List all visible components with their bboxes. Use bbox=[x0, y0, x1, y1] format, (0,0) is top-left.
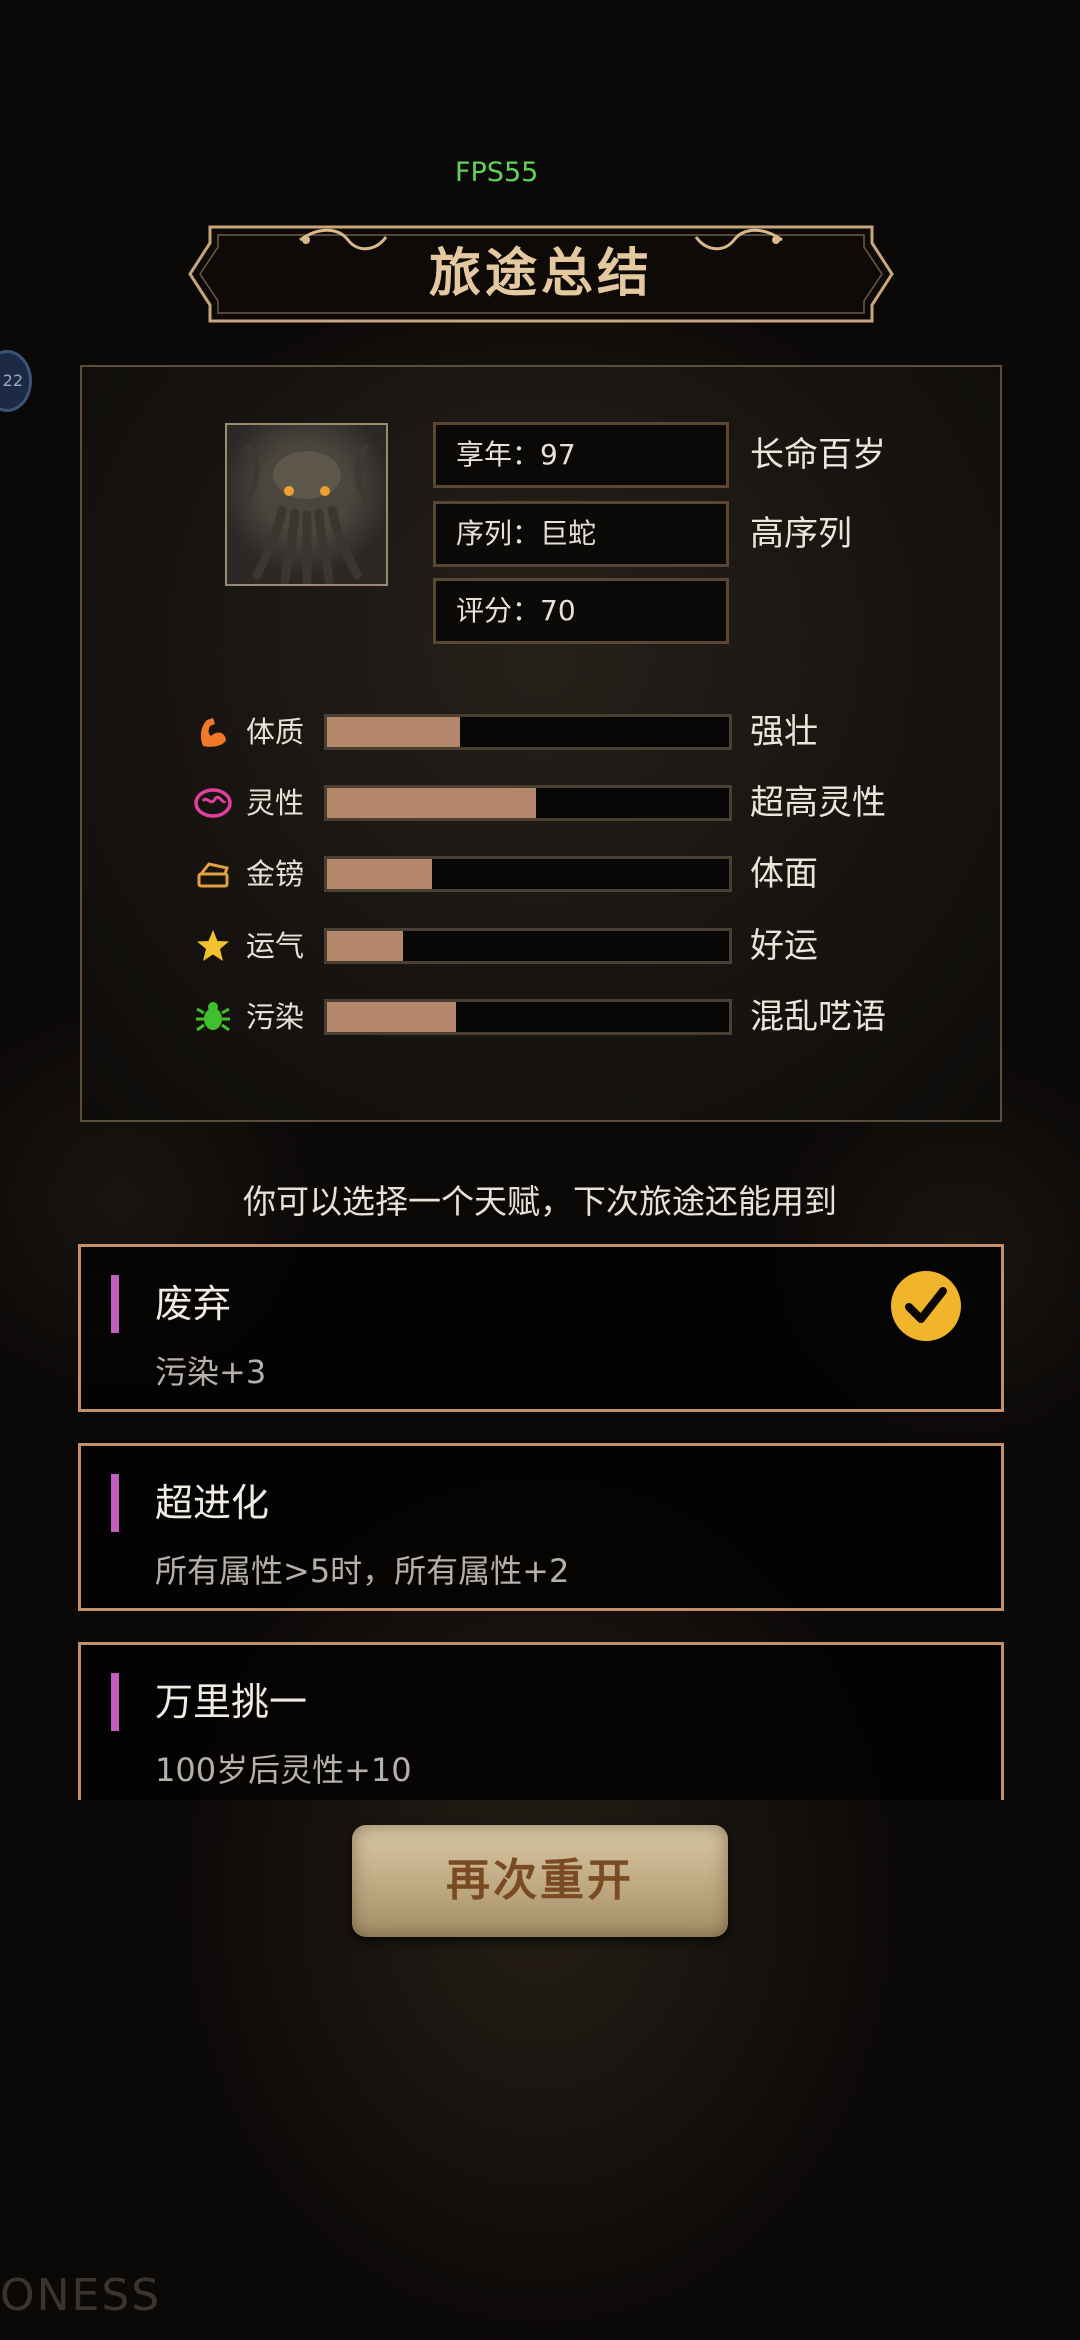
talent-desc: 污染+3 bbox=[155, 1353, 267, 1391]
stat-bar bbox=[324, 714, 732, 750]
talent-prompt: 你可以选择一个天赋，下次旅途还能用到 bbox=[243, 1182, 837, 1221]
stat-bar-fill bbox=[327, 717, 460, 747]
stat-label: 体质 bbox=[246, 715, 305, 749]
sequence-tag: 高序列 bbox=[750, 514, 852, 554]
stat-bar bbox=[324, 928, 732, 964]
talent-card-abandon[interactable]: 废弃 污染+3 bbox=[78, 1244, 1004, 1412]
muscle-icon bbox=[200, 718, 226, 747]
talent-card-super-evolution[interactable]: 超进化 所有属性>5时，所有属性+2 bbox=[78, 1443, 1004, 1611]
stat-bar bbox=[324, 856, 732, 892]
star-icon bbox=[197, 930, 229, 961]
stat-bar-fill bbox=[327, 1002, 456, 1032]
stat-tag: 体面 bbox=[750, 854, 818, 894]
talent-desc: 100岁后灵性+10 bbox=[155, 1751, 412, 1789]
fps-counter: FPS55 bbox=[455, 157, 539, 188]
background-watermark: ONESS bbox=[0, 2270, 162, 2321]
title-banner: 旅途总结 bbox=[188, 225, 894, 323]
talent-accent bbox=[111, 1474, 119, 1532]
talent-name: 超进化 bbox=[155, 1481, 270, 1525]
stat-label: 灵性 bbox=[246, 786, 305, 820]
talent-accent bbox=[111, 1673, 119, 1731]
stat-label: 金镑 bbox=[246, 857, 305, 891]
talent-list[interactable]: 废弃 污染+3 超进化 所有属性>5时，所有属性+2 万里挑一 100岁后灵性+… bbox=[0, 1244, 1080, 1800]
stat-bar-fill bbox=[327, 931, 404, 961]
stat-tag: 强壮 bbox=[750, 712, 818, 752]
stat-tag: 混乱呓语 bbox=[750, 997, 886, 1037]
restart-button[interactable]: 再次重开 bbox=[352, 1825, 728, 1937]
stat-tag: 好运 bbox=[750, 926, 818, 966]
age-tag: 长命百岁 bbox=[750, 435, 886, 475]
stat-tag: 超高灵性 bbox=[750, 783, 886, 823]
talent-name: 万里挑一 bbox=[155, 1680, 308, 1724]
brain-icon bbox=[194, 788, 232, 818]
stat-bar bbox=[324, 785, 732, 821]
talent-card-one-in-ten-thousand[interactable]: 万里挑一 100岁后灵性+10 bbox=[78, 1642, 1004, 1800]
age-box: 享年：97 bbox=[433, 422, 729, 488]
page-title: 旅途总结 bbox=[428, 243, 653, 304]
talent-name: 废弃 bbox=[155, 1282, 232, 1326]
stat-label: 污染 bbox=[246, 1000, 305, 1034]
stat-bar-fill bbox=[327, 788, 537, 818]
bug-icon bbox=[196, 1002, 230, 1032]
talent-accent bbox=[111, 1275, 119, 1333]
score-box: 评分：70 bbox=[433, 578, 729, 644]
sequence-box: 序列：巨蛇 bbox=[433, 501, 729, 567]
cthulhu-portrait-icon bbox=[225, 423, 388, 586]
side-float-button[interactable]: 22 bbox=[0, 350, 32, 412]
stat-label: 运气 bbox=[246, 929, 305, 963]
talent-desc: 所有属性>5时，所有属性+2 bbox=[155, 1552, 570, 1590]
stat-bar bbox=[324, 999, 732, 1035]
money-icon bbox=[197, 862, 229, 888]
side-badge: 22 bbox=[2, 371, 23, 390]
checkmark-icon bbox=[891, 1271, 961, 1341]
stat-bar-fill bbox=[327, 859, 432, 889]
